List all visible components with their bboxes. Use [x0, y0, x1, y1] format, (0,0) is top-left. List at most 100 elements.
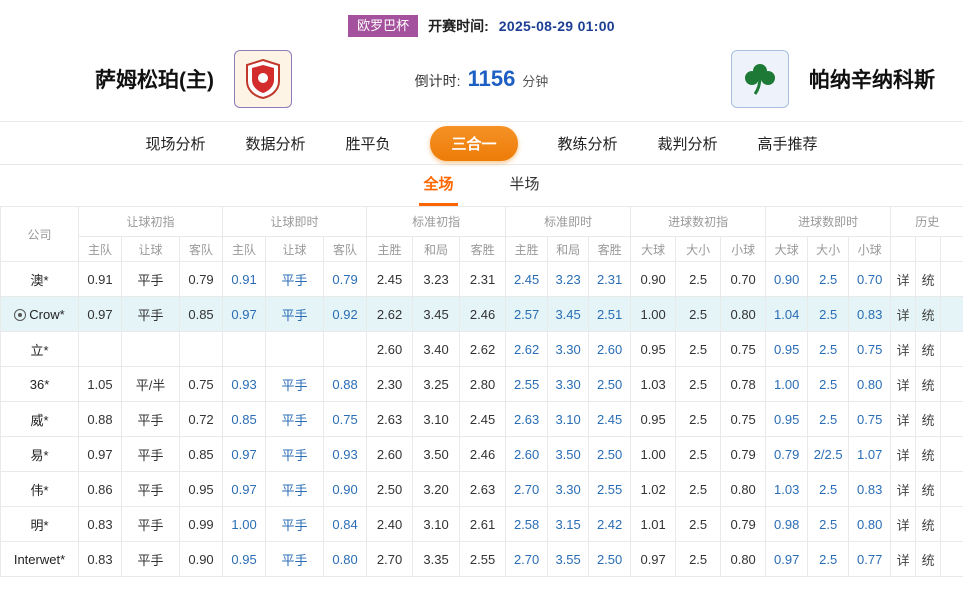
detail-link[interactable]: 详 — [891, 297, 916, 332]
live-odds-cell[interactable]: 1.04 — [766, 297, 808, 332]
stats-link[interactable]: 统 — [916, 332, 941, 367]
live-odds-cell[interactable]: 2.50 — [589, 437, 631, 472]
live-odds-cell[interactable]: 0.80 — [324, 542, 367, 577]
live-odds-cell[interactable]: 0.98 — [766, 507, 808, 542]
live-odds-cell[interactable]: 平手 — [266, 507, 324, 542]
detail-link[interactable]: 详 — [891, 472, 916, 507]
live-odds-cell[interactable]: 0.95 — [223, 542, 266, 577]
live-odds-cell[interactable]: 3.10 — [548, 402, 589, 437]
live-odds-cell[interactable]: 平手 — [266, 437, 324, 472]
live-odds-cell[interactable]: 0.92 — [324, 297, 367, 332]
live-odds-cell[interactable]: 2.42 — [589, 507, 631, 542]
live-odds-cell[interactable]: 0.75 — [849, 402, 891, 437]
live-odds-cell[interactable]: 0.93 — [324, 437, 367, 472]
live-odds-cell[interactable]: 2.50 — [589, 367, 631, 402]
live-odds-cell[interactable]: 2.5 — [808, 367, 849, 402]
live-odds-cell[interactable]: 0.79 — [766, 437, 808, 472]
nav-tab-教练分析[interactable]: 教练分析 — [558, 133, 618, 154]
live-odds-cell[interactable]: 3.45 — [548, 297, 589, 332]
live-odds-cell[interactable]: 3.30 — [548, 472, 589, 507]
live-odds-cell[interactable]: 平手 — [266, 367, 324, 402]
live-odds-cell[interactable]: 2.31 — [589, 262, 631, 297]
live-odds-cell[interactable]: 1.00 — [766, 367, 808, 402]
live-odds-cell[interactable]: 2.55 — [589, 472, 631, 507]
live-odds-cell[interactable]: 2.57 — [506, 297, 548, 332]
detail-link[interactable]: 详 — [891, 507, 916, 542]
stats-link[interactable]: 统 — [916, 402, 941, 437]
live-odds-cell[interactable]: 2.62 — [506, 332, 548, 367]
live-odds-cell[interactable]: 2.60 — [589, 332, 631, 367]
detail-link[interactable]: 详 — [891, 332, 916, 367]
detail-link[interactable]: 详 — [891, 262, 916, 297]
live-odds-cell[interactable]: 0.91 — [223, 262, 266, 297]
live-odds-cell[interactable]: 0.83 — [849, 297, 891, 332]
period-tab-半场[interactable]: 半场 — [506, 165, 544, 206]
period-tab-全场[interactable]: 全场 — [419, 165, 457, 206]
nav-tab-三合一[interactable]: 三合一 — [430, 126, 517, 161]
live-odds-cell[interactable]: 0.70 — [849, 262, 891, 297]
live-odds-cell[interactable]: 平手 — [266, 472, 324, 507]
live-odds-cell[interactable]: 2.5 — [808, 507, 849, 542]
live-odds-cell[interactable]: 0.90 — [766, 262, 808, 297]
live-odds-cell[interactable]: 3.30 — [548, 367, 589, 402]
nav-tab-高手推荐[interactable]: 高手推荐 — [758, 133, 818, 154]
live-odds-cell[interactable]: 0.97 — [766, 542, 808, 577]
live-odds-cell[interactable]: 2.5 — [808, 332, 849, 367]
stats-link[interactable]: 统 — [916, 437, 941, 472]
live-odds-cell[interactable]: 0.75 — [324, 402, 367, 437]
live-odds-cell[interactable]: 2.50 — [589, 542, 631, 577]
live-odds-cell[interactable]: 2.60 — [506, 437, 548, 472]
live-odds-cell[interactable]: 2.63 — [506, 402, 548, 437]
live-odds-cell[interactable]: 平手 — [266, 262, 324, 297]
live-odds-cell[interactable]: 0.79 — [324, 262, 367, 297]
live-odds-cell[interactable]: 0.97 — [223, 297, 266, 332]
live-odds-cell[interactable]: 3.55 — [548, 542, 589, 577]
live-odds-cell[interactable]: 0.84 — [324, 507, 367, 542]
detail-link[interactable]: 详 — [891, 437, 916, 472]
stats-link[interactable]: 统 — [916, 472, 941, 507]
live-odds-cell[interactable]: 2/2.5 — [808, 437, 849, 472]
live-odds-cell[interactable]: 0.90 — [324, 472, 367, 507]
live-odds-cell[interactable]: 3.23 — [548, 262, 589, 297]
live-odds-cell[interactable]: 2.58 — [506, 507, 548, 542]
live-odds-cell[interactable]: 平手 — [266, 542, 324, 577]
live-odds-cell[interactable]: 2.5 — [808, 262, 849, 297]
live-odds-cell[interactable]: 1.00 — [223, 507, 266, 542]
stats-link[interactable]: 统 — [916, 507, 941, 542]
live-odds-cell[interactable]: 0.97 — [223, 437, 266, 472]
detail-link[interactable]: 详 — [891, 367, 916, 402]
live-odds-cell[interactable]: 0.95 — [766, 332, 808, 367]
live-odds-cell[interactable]: 2.45 — [589, 402, 631, 437]
live-odds-cell[interactable]: 2.55 — [506, 367, 548, 402]
stats-link[interactable]: 统 — [916, 262, 941, 297]
live-odds-cell[interactable]: 0.77 — [849, 542, 891, 577]
live-odds-cell[interactable]: 2.70 — [506, 472, 548, 507]
live-odds-cell[interactable]: 2.5 — [808, 472, 849, 507]
live-odds-cell[interactable]: 2.5 — [808, 297, 849, 332]
live-odds-cell[interactable]: 1.07 — [849, 437, 891, 472]
stats-link[interactable]: 统 — [916, 367, 941, 402]
nav-tab-现场分析[interactable]: 现场分析 — [145, 133, 205, 154]
live-odds-cell[interactable]: 0.80 — [849, 507, 891, 542]
detail-link[interactable]: 详 — [891, 542, 916, 577]
live-odds-cell[interactable]: 3.50 — [548, 437, 589, 472]
live-odds-cell[interactable]: 0.95 — [766, 402, 808, 437]
live-odds-cell[interactable]: 0.88 — [324, 367, 367, 402]
live-odds-cell[interactable]: 1.03 — [766, 472, 808, 507]
live-odds-cell[interactable]: 0.75 — [849, 332, 891, 367]
live-odds-cell[interactable]: 3.30 — [548, 332, 589, 367]
live-odds-cell[interactable]: 2.45 — [506, 262, 548, 297]
live-odds-cell[interactable]: 0.85 — [223, 402, 266, 437]
nav-tab-数据分析[interactable]: 数据分析 — [245, 133, 305, 154]
live-odds-cell[interactable]: 0.97 — [223, 472, 266, 507]
live-odds-cell[interactable]: 0.80 — [849, 367, 891, 402]
live-odds-cell[interactable]: 0.83 — [849, 472, 891, 507]
stats-link[interactable]: 统 — [916, 297, 941, 332]
live-odds-cell[interactable]: 平手 — [266, 402, 324, 437]
live-odds-cell[interactable]: 平手 — [266, 297, 324, 332]
live-odds-cell[interactable]: 2.70 — [506, 542, 548, 577]
detail-link[interactable]: 详 — [891, 402, 916, 437]
live-odds-cell[interactable]: 2.51 — [589, 297, 631, 332]
live-odds-cell[interactable]: 0.93 — [223, 367, 266, 402]
live-odds-cell[interactable]: 3.15 — [548, 507, 589, 542]
